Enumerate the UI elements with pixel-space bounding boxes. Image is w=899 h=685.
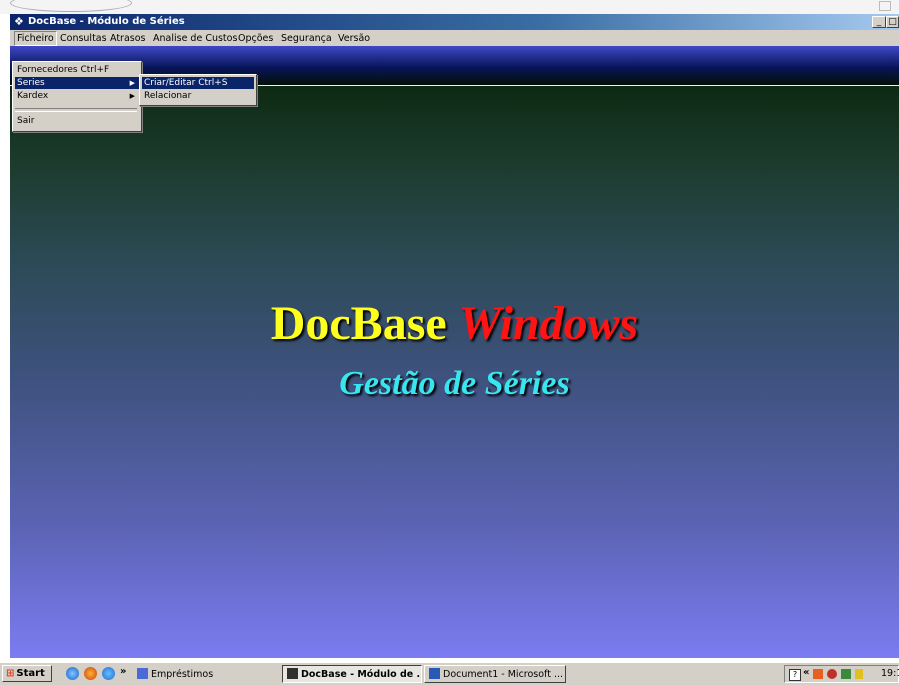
menu-versao[interactable]: Versão [336, 32, 372, 45]
menu-separator [15, 108, 137, 112]
tray-app-icon[interactable] [827, 669, 837, 679]
menu-consultas[interactable]: Consultas [58, 32, 109, 45]
menu-item-series[interactable]: Series ▶ [15, 77, 139, 89]
ficheiro-dropdown: Fornecedores Ctrl+F Series ▶ Kardex ▶ Sa… [12, 61, 142, 132]
menu-item-series-label: Series [17, 78, 45, 88]
tray-chevron[interactable]: « [803, 667, 809, 678]
word-document-icon [429, 668, 440, 679]
menu-atrasos[interactable]: Atrasos [108, 32, 148, 45]
menu-item-fornecedores[interactable]: Fornecedores Ctrl+F [15, 64, 139, 76]
menu-seguranca[interactable]: Segurança [279, 32, 334, 45]
menu-item-kardex[interactable]: Kardex ▶ [15, 90, 139, 102]
taskbar: ⊞ Start » Empréstimos DocBase - Módulo de… [0, 662, 899, 685]
menu-item-sair-label: Sair [17, 116, 35, 126]
windows-logo-icon: ⊞ [6, 668, 15, 679]
system-tray: ? « 19:1 [784, 665, 899, 683]
taskbar-button-emprestimos-label: Empréstimos [151, 669, 214, 680]
app-window: ❖ DocBase - Módulo de Séries _ □ Ficheir… [10, 14, 899, 658]
menu-item-fornecedores-label: Fornecedores Ctrl+F [17, 65, 110, 75]
network-icon[interactable] [813, 669, 823, 679]
submenu-arrow-icon: ▶ [129, 79, 135, 87]
menu-ficheiro[interactable]: Ficheiro [14, 31, 57, 46]
quick-launch-chevron[interactable]: » [120, 666, 126, 677]
brand-docbase: DocBase [270, 297, 447, 350]
menu-analise-de-custos[interactable]: Analise de Custos [151, 32, 239, 45]
submenu-arrow-icon: ▶ [129, 92, 135, 100]
taskbar-button-document1[interactable]: Document1 - Microsoft ... [424, 665, 566, 683]
menu-item-criar-editar-label: Criar/Editar Ctrl+S [144, 78, 228, 88]
splash-brand: DocBase Windows [10, 296, 899, 352]
menu-opcoes[interactable]: Opções [236, 32, 275, 45]
menu-item-criar-editar[interactable]: Criar/Editar Ctrl+S [142, 77, 254, 89]
firefox-icon[interactable] [84, 667, 97, 680]
taskbar-button-emprestimos[interactable]: Empréstimos [132, 665, 272, 683]
chrome-icon[interactable] [102, 667, 115, 680]
maximize-button[interactable]: □ [886, 16, 899, 28]
menu-item-kardex-label: Kardex [17, 91, 49, 101]
window-title: DocBase - Módulo de Séries [28, 16, 185, 27]
emprestimos-app-icon [137, 668, 148, 679]
help-icon[interactable]: ? [789, 669, 801, 681]
menu-bar: Ficheiro Consultas Atrasos Analise de Cu… [10, 30, 899, 46]
taskbar-button-docbase-label: DocBase - Módulo de ... [301, 669, 422, 680]
tray-status-icon[interactable] [841, 669, 851, 679]
background-window-remnant [0, 0, 899, 14]
splash-subtitle: Gestão de Séries [339, 365, 570, 402]
security-shield-icon[interactable] [855, 669, 863, 679]
taskbar-button-document1-label: Document1 - Microsoft ... [443, 669, 564, 680]
main-client-area: DocBase Windows Gestão de Séries [10, 46, 899, 658]
minimize-button[interactable]: _ [872, 16, 886, 28]
start-label: Start [16, 668, 45, 679]
series-submenu: Criar/Editar Ctrl+S Relacionar [139, 74, 257, 106]
taskbar-button-docbase[interactable]: DocBase - Módulo de ... [282, 665, 422, 683]
menu-item-sair[interactable]: Sair [15, 115, 139, 127]
docbase-app-icon [287, 668, 298, 679]
menu-item-relacionar[interactable]: Relacionar [142, 90, 254, 102]
title-bar[interactable]: ❖ DocBase - Módulo de Séries _ □ [10, 14, 899, 30]
start-button[interactable]: ⊞ Start [2, 665, 52, 682]
background-window-decoration [10, 0, 132, 12]
background-window-button-icon [879, 1, 891, 11]
internet-explorer-icon[interactable] [66, 667, 79, 680]
brand-windows: Windows [458, 297, 639, 350]
clock: 19:1 [881, 668, 899, 679]
docbase-app-icon[interactable]: ❖ [14, 15, 24, 29]
menu-item-relacionar-label: Relacionar [144, 91, 192, 101]
